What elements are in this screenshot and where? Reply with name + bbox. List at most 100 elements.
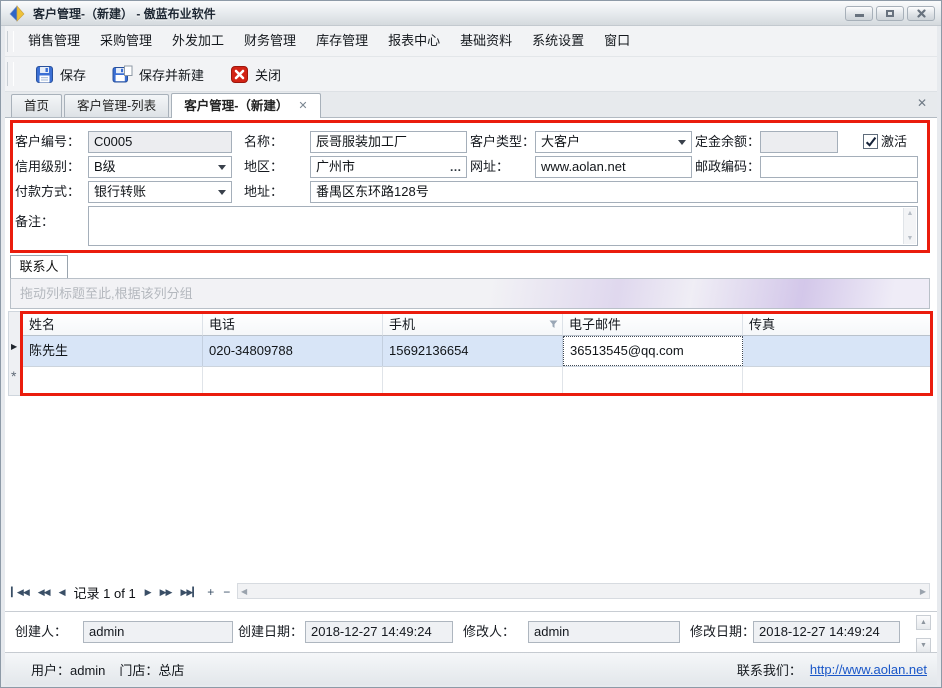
save-and-new-button-label: 保存并新建 [139, 65, 204, 84]
save-and-new-button[interactable]: 保存并新建 [103, 60, 213, 88]
new-cell[interactable] [203, 366, 383, 393]
nav-append-button[interactable]: + [207, 581, 214, 603]
address-field[interactable]: 番禺区东环路128号 [310, 181, 918, 203]
remark-scrollbar[interactable]: ▲ ▼ [903, 208, 916, 244]
drag-grip-icon [7, 62, 14, 86]
cell-fax[interactable] [743, 336, 930, 366]
postal-code-label: 邮政编码： [695, 156, 760, 178]
horizontal-scrollbar[interactable]: ◀ ▶ [237, 583, 930, 599]
nav-next-page-button[interactable]: ▶▶ [160, 581, 172, 603]
nav-prev-button[interactable]: ◀ [59, 581, 65, 603]
payment-method-dropdown-button[interactable] [214, 183, 230, 201]
cell-email-editing[interactable]: 36513545@qq.com [563, 336, 743, 366]
column-header-fax[interactable]: 传真 [743, 314, 930, 336]
modified-date-label: 修改日期： [690, 621, 755, 643]
cell-name[interactable]: 陈先生 [23, 336, 203, 366]
title-bar: 客户管理-（新建） - 傲蓝布业软件 [1, 1, 941, 26]
active-checkbox[interactable] [863, 134, 878, 149]
scroll-down-icon[interactable]: ▼ [916, 638, 931, 652]
cell-mobile[interactable]: 15692136654 [383, 336, 563, 366]
scroll-up-icon[interactable]: ▲ [916, 615, 931, 630]
menu-bar: 销售管理 采购管理 外发加工 财务管理 库存管理 报表中心 基础资料 系统设置 … [5, 26, 937, 57]
customer-no-label: 客户编号： [15, 131, 80, 153]
postal-code-field[interactable] [760, 156, 918, 178]
tab-contacts[interactable]: 联系人 [10, 255, 68, 278]
section-divider [5, 611, 937, 612]
tab-customer-new-label: 客户管理-（新建） [184, 94, 288, 118]
contacts-grid: 姓名 电话 手机 电子邮件 传真 陈先生 020-34809788 156921… [20, 311, 933, 396]
menu-system-settings[interactable]: 系统设置 [522, 26, 594, 56]
tab-home[interactable]: 首页 [11, 94, 62, 117]
created-date-field: 2018-12-27 14:49:24 [305, 621, 453, 643]
column-header-mobile[interactable]: 手机 [383, 314, 563, 336]
check-icon [865, 136, 877, 148]
nav-prev-page-button[interactable]: ◀◀ [38, 581, 50, 603]
menu-basic-data[interactable]: 基础资料 [450, 26, 522, 56]
minimize-icon [855, 14, 864, 17]
toolbar: 保存 保存并新建 关闭 [5, 57, 937, 92]
column-header-name[interactable]: 姓名 [23, 314, 203, 336]
nav-delete-button[interactable]: − [223, 581, 230, 603]
new-cell[interactable] [383, 366, 563, 393]
nav-first-button[interactable]: ▎◀◀ [11, 581, 29, 603]
menu-finance[interactable]: 财务管理 [234, 26, 306, 56]
menu-outsourcing[interactable]: 外发加工 [162, 26, 234, 56]
menu-reports[interactable]: 报表中心 [378, 26, 450, 56]
filter-icon[interactable] [549, 320, 558, 329]
tab-customer-list[interactable]: 客户管理-列表 [64, 94, 169, 117]
maximize-button[interactable] [876, 6, 904, 21]
tab-close-icon[interactable]: ✕ [298, 94, 307, 118]
column-header-phone[interactable]: 电话 [203, 314, 383, 336]
tab-customer-new[interactable]: 客户管理-（新建） ✕ [171, 93, 320, 118]
app-window: 客户管理-（新建） - 傲蓝布业软件 销售管理 采购管理 外发加工 财务管理 库… [0, 0, 942, 688]
close-window-button[interactable] [907, 6, 935, 21]
grid-group-panel: 拖动列标题至此,根据该列分组 [10, 278, 930, 309]
customer-form-panel: 客户编号： C0005 名称： 辰哥服装加工厂 客户类型： 大客户 定金余额： … [10, 120, 930, 253]
customer-type-label: 客户类型： [470, 131, 535, 153]
grid-header-row: 姓名 电话 手机 电子邮件 传真 [23, 314, 930, 336]
remark-label: 备注： [15, 211, 54, 233]
chevron-down-icon [218, 165, 226, 170]
deposit-field[interactable] [760, 131, 838, 153]
column-header-email[interactable]: 电子邮件 [563, 314, 743, 336]
credit-level-select[interactable]: B级 [88, 156, 232, 178]
region-field[interactable]: 广州市 … [310, 156, 467, 178]
cell-phone[interactable]: 020-34809788 [203, 336, 383, 366]
scroll-up-icon[interactable]: ▲ [907, 210, 914, 217]
website-field[interactable]: www.aolan.net [535, 156, 692, 178]
region-label: 地区： [244, 156, 283, 178]
new-cell[interactable] [23, 366, 203, 393]
customer-type-dropdown-button[interactable] [674, 133, 690, 151]
vertical-scrollbar[interactable]: ▲ ▼ [916, 615, 931, 652]
scroll-left-icon[interactable]: ◀ [241, 587, 247, 596]
credit-level-dropdown-button[interactable] [214, 158, 230, 176]
customer-no-field[interactable]: C0005 [88, 131, 232, 153]
scroll-down-icon[interactable]: ▼ [907, 235, 914, 242]
minimize-button[interactable] [845, 6, 873, 21]
save-button-label: 保存 [60, 65, 86, 84]
nav-last-button[interactable]: ▶▶▎ [180, 581, 198, 603]
nav-next-button[interactable]: ▶ [145, 581, 151, 603]
menu-inventory[interactable]: 库存管理 [306, 26, 378, 56]
maximize-icon [886, 10, 894, 17]
active-label: 激活 [881, 131, 907, 153]
table-new-row [23, 366, 930, 393]
save-button[interactable]: 保存 [26, 60, 95, 88]
region-browse-button[interactable]: … [447, 158, 465, 176]
menu-purchase[interactable]: 采购管理 [90, 26, 162, 56]
customer-type-select[interactable]: 大客户 [535, 131, 692, 153]
payment-method-select[interactable]: 银行转账 [88, 181, 232, 203]
close-tab-button[interactable]: 关闭 [221, 60, 290, 88]
tabstrip-close-icon[interactable]: ✕ [917, 96, 927, 110]
menu-window[interactable]: 窗口 [594, 26, 640, 56]
deposit-label: 定金余额： [695, 131, 760, 153]
remark-textarea[interactable]: ▲ ▼ [88, 206, 918, 246]
menu-sales[interactable]: 销售管理 [18, 26, 90, 56]
created-date-label: 创建日期： [238, 621, 303, 643]
scroll-right-icon[interactable]: ▶ [920, 587, 926, 596]
new-cell[interactable] [563, 366, 743, 393]
website-label: 网址： [470, 156, 509, 178]
name-field[interactable]: 辰哥服装加工厂 [310, 131, 467, 153]
contact-us-link[interactable]: http://www.aolan.net [810, 662, 927, 677]
new-cell[interactable] [743, 366, 930, 393]
